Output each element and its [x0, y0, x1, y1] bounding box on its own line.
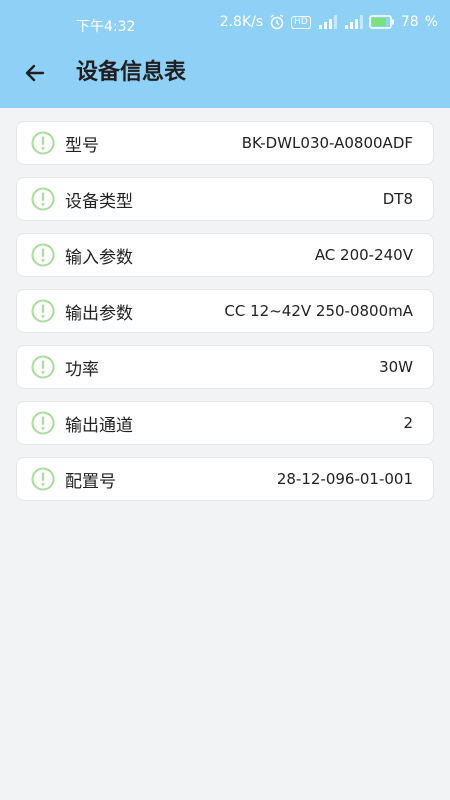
- info-value: DT8: [382, 190, 413, 208]
- info-row-output-channel[interactable]: 输出通道 2: [16, 401, 434, 445]
- info-row-device-type[interactable]: 设备类型 DT8: [16, 177, 434, 221]
- exclamation-circle-icon: [31, 411, 55, 435]
- status-bar: 下午4:32 2.8K/s HD 78%: [0, 0, 450, 50]
- info-row-model[interactable]: 型号 BK-DWL030-A0800ADF: [16, 121, 434, 165]
- exclamation-circle-icon: [31, 243, 55, 267]
- info-value: 2: [403, 414, 413, 432]
- status-right: 2.8K/s HD 78%: [220, 14, 438, 30]
- info-row-output-params[interactable]: 输出参数 CC 12~42V 250-0800mA: [16, 289, 434, 333]
- info-value: BK-DWL030-A0800ADF: [241, 134, 413, 152]
- info-row-power[interactable]: 功率 30W: [16, 345, 434, 389]
- info-row-input-params[interactable]: 输入参数 AC 200-240V: [16, 233, 434, 277]
- info-label: 型号: [65, 135, 99, 156]
- signal-icon-2: [343, 15, 363, 29]
- info-row-config-number[interactable]: 配置号 28-12-096-01-001: [16, 457, 434, 501]
- alarm-icon: [269, 14, 285, 30]
- info-value: 30W: [379, 358, 413, 376]
- arrow-left-icon: [23, 61, 47, 89]
- info-label: 功率: [65, 359, 99, 380]
- info-value: 28-12-096-01-001: [276, 470, 413, 488]
- signal-icon-1: [317, 15, 337, 29]
- battery-icon: [369, 15, 395, 29]
- exclamation-circle-icon: [31, 355, 55, 379]
- back-button[interactable]: [20, 60, 50, 90]
- info-label: 设备类型: [65, 191, 133, 212]
- info-label: 配置号: [65, 471, 116, 492]
- info-label: 输出参数: [65, 303, 133, 324]
- info-label: 输出通道: [65, 415, 133, 436]
- network-speed: 2.8K/s: [219, 14, 264, 30]
- exclamation-circle-icon: [31, 187, 55, 211]
- info-value: AC 200-240V: [314, 246, 413, 264]
- app-bar: 设备信息表: [0, 50, 450, 108]
- battery-percent-sign: %: [424, 14, 438, 30]
- battery-level: 78: [400, 14, 419, 30]
- info-value: CC 12~42V 250-0800mA: [224, 302, 413, 320]
- hd-badge: HD: [291, 15, 311, 29]
- exclamation-circle-icon: [31, 467, 55, 491]
- exclamation-circle-icon: [31, 131, 55, 155]
- status-time: 下午4:32: [76, 19, 136, 35]
- exclamation-circle-icon: [31, 299, 55, 323]
- info-label: 输入参数: [65, 247, 133, 268]
- info-list: 型号 BK-DWL030-A0800ADF 设备类型 DT8 输入参数 AC 2…: [16, 121, 434, 513]
- page-title: 设备信息表: [76, 60, 187, 85]
